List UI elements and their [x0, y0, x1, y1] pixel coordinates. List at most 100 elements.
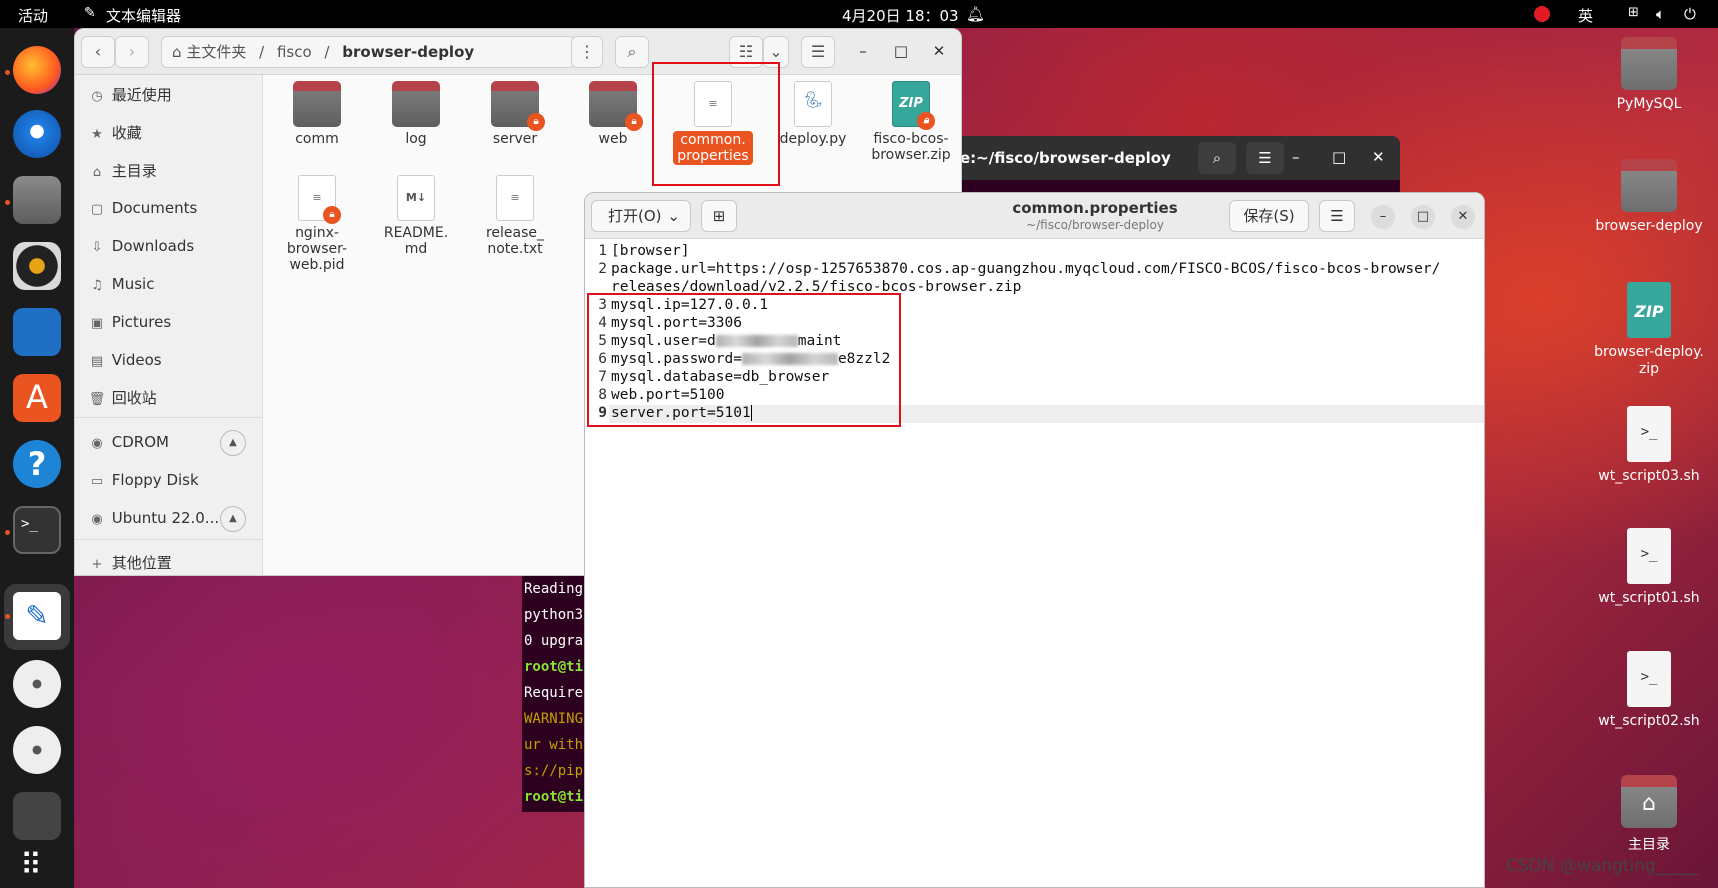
path-fisco[interactable]: fisco — [277, 43, 312, 61]
file-item-comm[interactable]: comm — [272, 81, 362, 147]
path-browser-deploy[interactable]: browser-deploy — [342, 43, 474, 61]
show-apps-icon[interactable]: ⠿ — [20, 848, 42, 883]
rhythmbox-icon[interactable] — [13, 242, 61, 290]
menu-icon[interactable]: ☰ — [1319, 200, 1355, 232]
back-button[interactable]: ‹ — [81, 36, 115, 68]
sidebar-item-label: 主目录 — [111, 162, 157, 180]
download-icon: ⇩ — [91, 240, 103, 255]
maximize-icon[interactable]: □ — [889, 39, 913, 63]
search-icon[interactable]: ⌕ — [615, 36, 649, 68]
app-menu[interactable]: 文本编辑器 — [106, 5, 181, 26]
plus-icon: + — [91, 557, 103, 572]
input-method[interactable]: 英 — [1578, 5, 1593, 26]
activities-button[interactable]: 活动 — [18, 5, 48, 26]
minimize-icon[interactable]: – — [1371, 205, 1395, 229]
desktop-item-browser-deploy-zip[interactable]: ZIP browser-deploy. zip — [1584, 282, 1714, 378]
path-separator: / — [324, 43, 330, 61]
file-name: web — [598, 131, 628, 147]
sidebar-item-pictures[interactable]: ▣ Pictures — [87, 308, 257, 336]
maximize-icon[interactable]: □ — [1332, 148, 1346, 166]
document-icon: ▢ — [90, 202, 104, 217]
file-item-deploy-py[interactable]: 🐍︎ deploy.py — [768, 81, 858, 147]
terminal-icon[interactable]: >_ — [13, 506, 61, 554]
file-item-release-note[interactable]: ≡ release_ note.txt — [470, 175, 560, 257]
path-separator: / — [259, 43, 265, 61]
file-name: server — [492, 131, 538, 147]
eject-icon[interactable]: ▲ — [220, 430, 246, 456]
sidebar-item-trash[interactable]: 🗑︎ 回收站 — [87, 384, 257, 412]
sidebar-item-documents[interactable]: ▢ Documents — [87, 194, 257, 222]
save-button[interactable]: 保存(S) — [1229, 200, 1309, 232]
text-editor-icon[interactable]: ✎ — [13, 592, 61, 640]
open-button[interactable]: 打开(O) ⌄ — [591, 200, 691, 232]
close-icon[interactable]: ✕ — [1451, 205, 1475, 229]
line-number: 1 — [598, 243, 607, 259]
folder-icon: 🔒︎ — [589, 81, 643, 131]
star-icon: ★ — [91, 127, 103, 142]
markdown-badge: M↓ — [405, 191, 427, 204]
path-bar[interactable]: ⌂ 主文件夹 / fisco / browser-deploy — [161, 36, 575, 68]
search-icon[interactable]: ⌕ — [1198, 142, 1236, 174]
menu-icon[interactable]: ☰ — [801, 36, 835, 68]
desktop-item-pymysql[interactable]: PyMySQL — [1584, 37, 1714, 112]
sidebar-item-floppy[interactable]: ▭ Floppy Disk — [87, 466, 257, 494]
minimize-icon[interactable]: – — [851, 39, 875, 63]
software-center-icon[interactable]: A — [13, 374, 61, 422]
thunderbird-icon[interactable] — [13, 110, 61, 158]
desktop-item-wt-script02[interactable]: >_ wt_script02.sh — [1584, 651, 1714, 729]
desktop-item-wt-script03[interactable]: >_ wt_script03.sh — [1584, 406, 1714, 484]
menu-icon[interactable]: ☰ — [1246, 142, 1284, 174]
writer-icon[interactable] — [13, 308, 61, 356]
file-item-fisco-bcos-browser-zip[interactable]: ZIP 🔒︎ fisco-bcos- browser.zip — [866, 81, 956, 163]
script-icon: >_ — [1627, 406, 1671, 462]
file-name: deploy.py — [779, 131, 847, 147]
firefox-icon[interactable] — [13, 46, 61, 94]
cdrom-icon[interactable] — [13, 660, 61, 708]
code-line: package.url=https://osp-1257653870.cos.a… — [611, 261, 1441, 277]
close-icon[interactable]: ✕ — [927, 39, 951, 63]
sidebar-item-other-locations[interactable]: + 其他位置 — [87, 549, 257, 575]
running-indicator — [5, 614, 10, 619]
close-icon[interactable]: ✕ — [1372, 148, 1385, 166]
minimize-icon[interactable]: – — [1292, 148, 1300, 166]
file-item-readme[interactable]: M↓ README. md — [371, 175, 461, 257]
power-icon[interactable]: ⏻ — [1684, 5, 1696, 23]
new-tab-icon[interactable]: ⊞ — [701, 200, 737, 232]
path-home[interactable]: 主文件夹 — [186, 43, 246, 61]
sidebar-item-music[interactable]: ♫ Music — [87, 270, 257, 298]
line-number: 2 — [598, 261, 607, 277]
volume-icon[interactable]: 🔈︎ — [1656, 5, 1665, 23]
forward-button[interactable]: › — [115, 36, 149, 68]
sidebar-item-starred[interactable]: ★ 收藏 — [87, 119, 257, 147]
network-icon[interactable]: ⊞ — [1628, 5, 1639, 20]
sidebar-item-recent[interactable]: ◷ 最近使用 — [87, 81, 257, 109]
sidebar-divider — [75, 417, 263, 418]
file-item-nginx-pid[interactable]: ≡ 🔒︎ nginx- browser- web.pid — [272, 175, 362, 273]
sidebar-item-videos[interactable]: ▤ Videos — [87, 346, 257, 374]
file-item-log[interactable]: log — [371, 81, 461, 147]
running-indicator — [5, 70, 10, 75]
bell-icon[interactable]: 🔔︎ — [966, 5, 985, 23]
file-item-server[interactable]: 🔒︎ server — [470, 81, 560, 147]
help-icon[interactable]: ? — [13, 440, 61, 488]
file-item-web[interactable]: 🔒︎ web — [568, 81, 658, 147]
sidebar-item-home[interactable]: ⌂ 主目录 — [87, 157, 257, 185]
text-file-icon: ≡ — [496, 175, 534, 221]
sidebar-item-label: CDROM — [111, 433, 169, 451]
desktop-item-browser-deploy[interactable]: browser-deploy — [1584, 159, 1714, 234]
eject-icon[interactable]: ▲ — [220, 506, 246, 532]
sidebar-item-label: 其他位置 — [111, 554, 172, 572]
desktop-item-wt-script01[interactable]: >_ wt_script01.sh — [1584, 528, 1714, 606]
clock[interactable]: 4月20日 18：03 — [842, 5, 959, 26]
dvd-icon[interactable] — [13, 726, 61, 774]
do-not-disturb-icon[interactable] — [1534, 6, 1550, 22]
desktop-item-home[interactable]: ⌂ 主目录 — [1584, 775, 1714, 854]
file-name: release_ note.txt — [485, 225, 545, 257]
files-icon[interactable] — [13, 176, 61, 224]
sidebar-item-downloads[interactable]: ⇩ Downloads — [87, 232, 257, 260]
path-menu-button[interactable]: ⋮ — [571, 36, 603, 68]
maximize-icon[interactable]: □ — [1411, 205, 1435, 229]
music-icon: ♫ — [91, 278, 103, 293]
lock-icon: 🔒︎ — [527, 113, 545, 131]
drive-icon[interactable] — [13, 792, 61, 840]
